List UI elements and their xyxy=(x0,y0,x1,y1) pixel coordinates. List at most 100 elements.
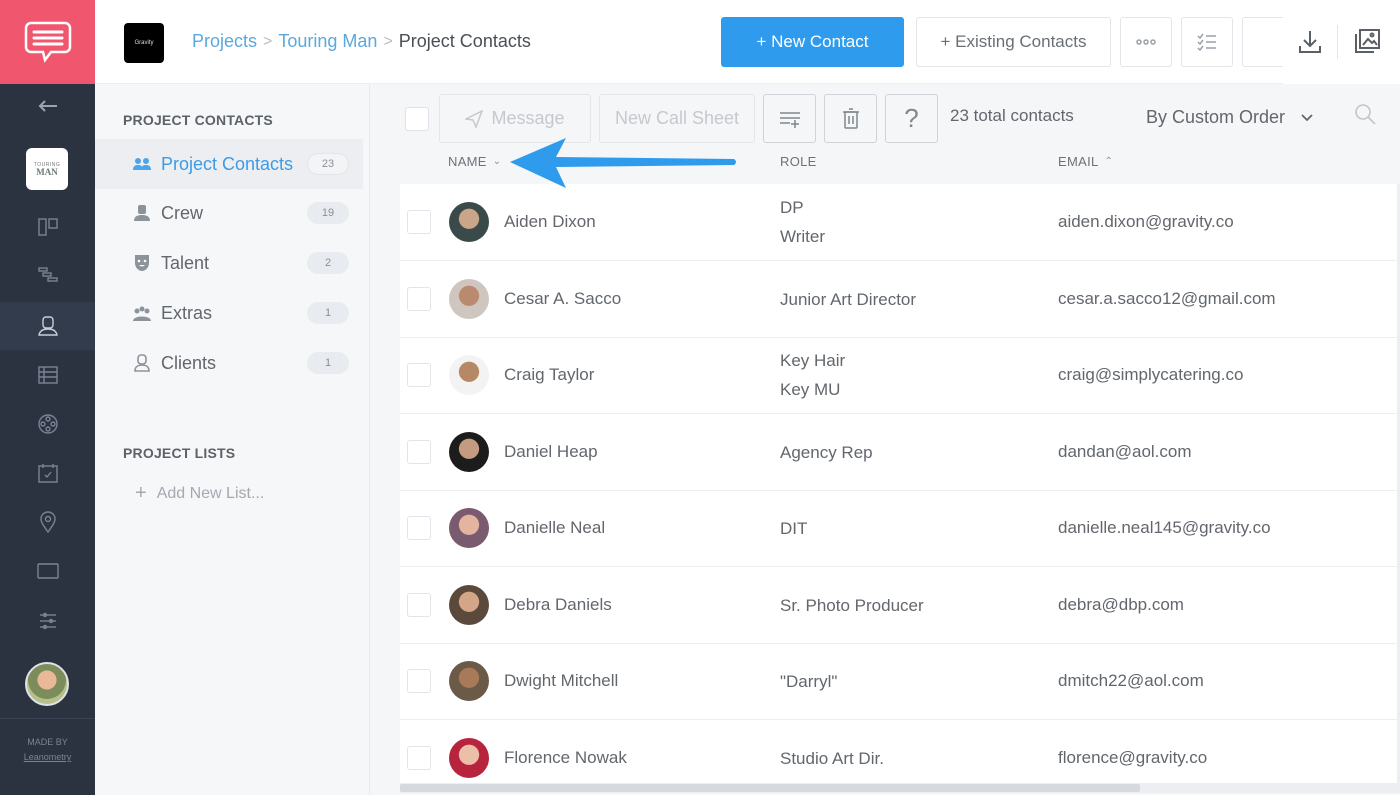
made-by-label: MADE BY xyxy=(27,737,68,747)
chat-bubble-icon xyxy=(24,21,71,63)
rail-item-timeline[interactable] xyxy=(0,251,95,299)
sort-dropdown[interactable]: By Custom Order xyxy=(1146,107,1313,128)
panel-item-extras[interactable]: Extras 1 xyxy=(95,288,363,338)
top-bar: Gravity Projects > Touring Man > Project… xyxy=(95,0,1400,84)
list-add-icon xyxy=(779,111,800,128)
contact-name[interactable]: Daniel Heap xyxy=(504,442,598,462)
add-new-list-button[interactable]: + Add New List... xyxy=(135,482,264,505)
count-badge: 1 xyxy=(307,352,349,374)
horizontal-scrollbar[interactable] xyxy=(400,783,1400,793)
contact-email: craig@simplycatering.co xyxy=(1058,365,1244,384)
rail-item-settings[interactable] xyxy=(0,597,95,645)
rail-item-table[interactable] xyxy=(0,351,95,399)
timeline-icon xyxy=(37,267,58,282)
table-row[interactable]: Aiden Dixon DP Writer aiden.dixon@gravity… xyxy=(400,184,1400,261)
checklist-button[interactable] xyxy=(1181,17,1233,67)
contact-avatar xyxy=(449,278,489,319)
contact-avatar xyxy=(449,737,489,778)
rail-item-contacts[interactable] xyxy=(0,302,95,350)
new-call-sheet-button[interactable]: New Call Sheet xyxy=(599,94,755,143)
chevron-right-icon: > xyxy=(383,32,393,50)
row-checkbox[interactable] xyxy=(407,286,431,311)
new-contact-button[interactable]: + New Contact xyxy=(721,17,904,67)
contact-name[interactable]: Debra Daniels xyxy=(504,595,612,615)
column-header-name[interactable]: NAME ⌄ xyxy=(448,154,501,169)
row-checkbox[interactable] xyxy=(407,516,431,540)
table-row[interactable]: Daniel Heap Agency Rep dandan@aol.com xyxy=(400,414,1400,491)
contact-email: aiden.dixon@gravity.co xyxy=(1058,212,1234,231)
theater-mask-icon xyxy=(133,254,151,272)
contact-name[interactable]: Craig Taylor xyxy=(504,365,594,385)
panel-item-talent[interactable]: Talent 2 xyxy=(95,238,363,288)
add-column-button[interactable] xyxy=(763,94,816,143)
role-cell: "Darryl" xyxy=(780,672,838,691)
rail-item-board[interactable] xyxy=(0,203,95,251)
company-logo[interactable]: Gravity xyxy=(124,23,164,63)
role-cell: Studio Art Dir. xyxy=(780,748,884,768)
contact-name[interactable]: Aiden Dixon xyxy=(504,212,596,232)
made-by-brand-link[interactable]: Leanometry xyxy=(0,750,95,765)
project-thumbnail[interactable]: TOURING MAN xyxy=(26,148,68,190)
rail-item-reel[interactable] xyxy=(0,400,95,448)
table-row[interactable]: Cesar A. Sacco Junior Art Director cesar… xyxy=(400,261,1400,338)
table-row[interactable]: Danielle Neal DIT danielle.neal145@gravi… xyxy=(400,490,1400,567)
checklist-icon xyxy=(1197,33,1216,52)
column-header-name-label: NAME xyxy=(448,154,487,169)
contact-name[interactable]: Florence Nowak xyxy=(504,748,627,768)
contact-name[interactable]: Danielle Neal xyxy=(504,518,605,538)
column-header-email[interactable]: EMAIL ⌃ xyxy=(1058,154,1113,169)
table-row[interactable]: Craig Taylor Key Hair Key MU craig@simply… xyxy=(400,337,1400,414)
row-checkbox[interactable] xyxy=(407,210,431,234)
role-cell: Agency Rep xyxy=(780,442,873,462)
back-button[interactable] xyxy=(0,82,95,130)
chevron-down-icon xyxy=(1301,113,1313,121)
table-row[interactable]: Dwight Mitchell "Darryl" dmitch22@aol.co… xyxy=(400,643,1400,720)
crew-icon xyxy=(133,204,151,222)
breadcrumb-project[interactable]: Touring Man xyxy=(278,31,377,52)
group-icon xyxy=(133,155,151,173)
made-by: MADE BY Leanometry xyxy=(0,735,95,765)
back-arrow-icon xyxy=(38,100,57,112)
row-checkbox[interactable] xyxy=(407,439,431,464)
row-checkbox[interactable] xyxy=(407,592,431,617)
download-icon[interactable] xyxy=(1297,28,1323,56)
project-contacts-heading: PROJECT CONTACTS xyxy=(123,112,273,128)
total-contacts-count: 23 total contacts xyxy=(950,106,1074,125)
contact-avatar xyxy=(449,661,489,701)
column-header-role[interactable]: ROLE xyxy=(780,154,817,169)
column-header-email-label: EMAIL xyxy=(1058,154,1099,169)
delete-button[interactable] xyxy=(824,94,877,143)
select-all-checkbox[interactable] xyxy=(405,107,429,131)
table-icon xyxy=(37,366,58,384)
more-button[interactable] xyxy=(1120,17,1172,67)
sort-asc-icon: ⌃ xyxy=(1104,156,1114,167)
count-badge: 23 xyxy=(307,153,349,175)
panel-item-project-contacts[interactable]: Project Contacts 23 xyxy=(95,139,363,189)
row-checkbox[interactable] xyxy=(407,363,431,387)
breadcrumb-projects[interactable]: Projects xyxy=(192,31,257,52)
user-avatar[interactable] xyxy=(25,662,69,706)
rail-item-location[interactable] xyxy=(0,498,95,546)
help-button[interactable]: ? xyxy=(885,94,938,143)
rail-item-folder[interactable] xyxy=(0,547,95,595)
image-gallery-icon[interactable] xyxy=(1352,28,1382,56)
role-cell: Key MU xyxy=(780,380,841,399)
scrollbar-thumb[interactable] xyxy=(400,784,1140,792)
table-row[interactable]: Florence Nowak Studio Art Dir. florence@… xyxy=(400,720,1400,785)
contact-name[interactable]: Cesar A. Sacco xyxy=(504,289,621,309)
message-button[interactable]: Message xyxy=(439,94,591,143)
rail-item-calendar[interactable] xyxy=(0,449,95,497)
row-checkbox[interactable] xyxy=(407,745,431,770)
contacts-table: Aiden Dixon DP Writer aiden.dixon@gravity… xyxy=(400,184,1400,784)
existing-contacts-button[interactable]: + Existing Contacts xyxy=(916,17,1111,67)
table-row[interactable]: Debra Daniels Sr. Photo Producer debra@d… xyxy=(400,567,1400,644)
contact-avatar xyxy=(449,431,489,472)
count-badge: 19 xyxy=(307,202,349,224)
contact-email: dandan@aol.com xyxy=(1058,441,1192,461)
panel-item-crew[interactable]: Crew 19 xyxy=(95,188,363,238)
search-button[interactable] xyxy=(1353,102,1377,131)
app-logo[interactable] xyxy=(0,0,95,84)
panel-item-clients[interactable]: Clients 1 xyxy=(95,338,363,388)
row-checkbox[interactable] xyxy=(407,669,431,693)
contact-name[interactable]: Dwight Mitchell xyxy=(504,671,618,691)
